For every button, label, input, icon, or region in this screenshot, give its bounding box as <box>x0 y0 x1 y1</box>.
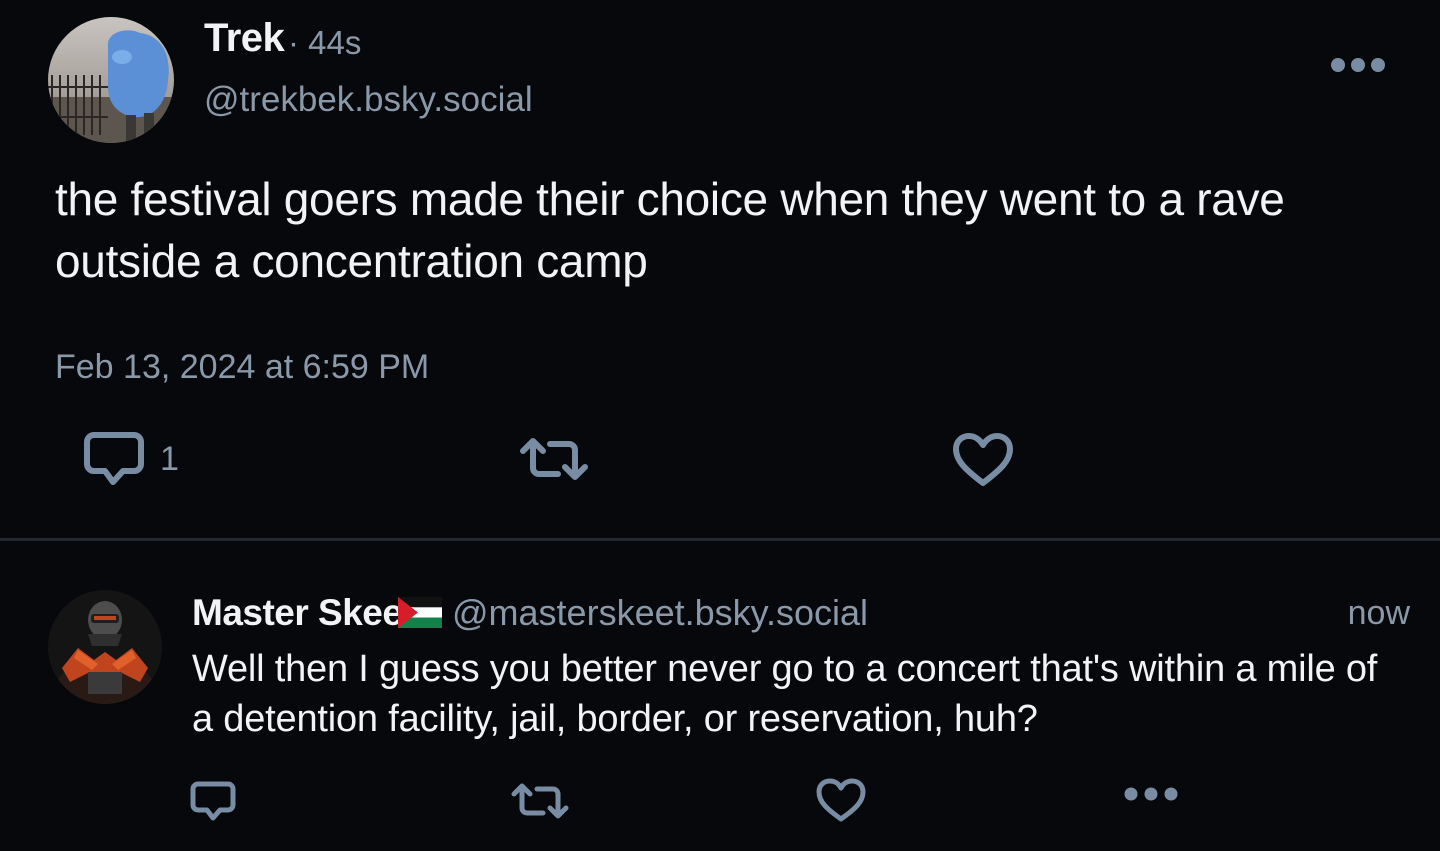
main-post: Trek · 44s @trekbek.bsky.social the fest… <box>0 0 1440 540</box>
more-horizontal-icon <box>1331 58 1385 72</box>
post-text: the festival goers made their choice whe… <box>55 173 1285 287</box>
post-divider <box>0 538 1440 541</box>
speech-bubble-icon <box>84 432 144 485</box>
reply-like-button[interactable] <box>816 778 866 824</box>
heart-outline-icon <box>816 778 866 822</box>
reply-button[interactable]: 1 <box>84 430 179 488</box>
reply-more-options-button[interactable] <box>1124 786 1178 802</box>
more-options-button[interactable] <box>1326 48 1390 82</box>
reply-avatar[interactable] <box>48 590 162 704</box>
reply-repost-button[interactable] <box>510 782 570 820</box>
author-display-name[interactable]: Trek <box>204 16 285 61</box>
repost-arrows-icon <box>511 783 569 819</box>
speech-bubble-icon <box>190 781 236 821</box>
author-handle[interactable]: @trekbek.bsky.social <box>204 80 533 120</box>
reply-timestamp: now <box>1347 594 1410 632</box>
avatar[interactable] <box>48 17 174 143</box>
post-timestamp: Feb 13, 2024 at 6:59 PM <box>55 348 430 386</box>
palestinian-flag-icon <box>398 597 442 628</box>
reply-text: Well then I guess you better never go to… <box>192 648 1378 740</box>
heart-outline-icon <box>953 433 1013 486</box>
like-button[interactable] <box>952 432 1014 488</box>
reply-count: 1 <box>160 439 179 478</box>
reply-reply-button[interactable] <box>190 780 236 822</box>
repost-button[interactable] <box>518 436 590 482</box>
reply-author-display-name[interactable]: Master Skeet <box>192 592 415 634</box>
post-age: · 44s <box>288 24 362 61</box>
avatar-image <box>48 590 162 704</box>
avatar-image <box>48 17 174 143</box>
more-horizontal-icon <box>1124 787 1178 801</box>
reply-author-handle[interactable]: @masterskeet.bsky.social <box>452 592 868 634</box>
repost-arrows-icon <box>520 438 588 480</box>
